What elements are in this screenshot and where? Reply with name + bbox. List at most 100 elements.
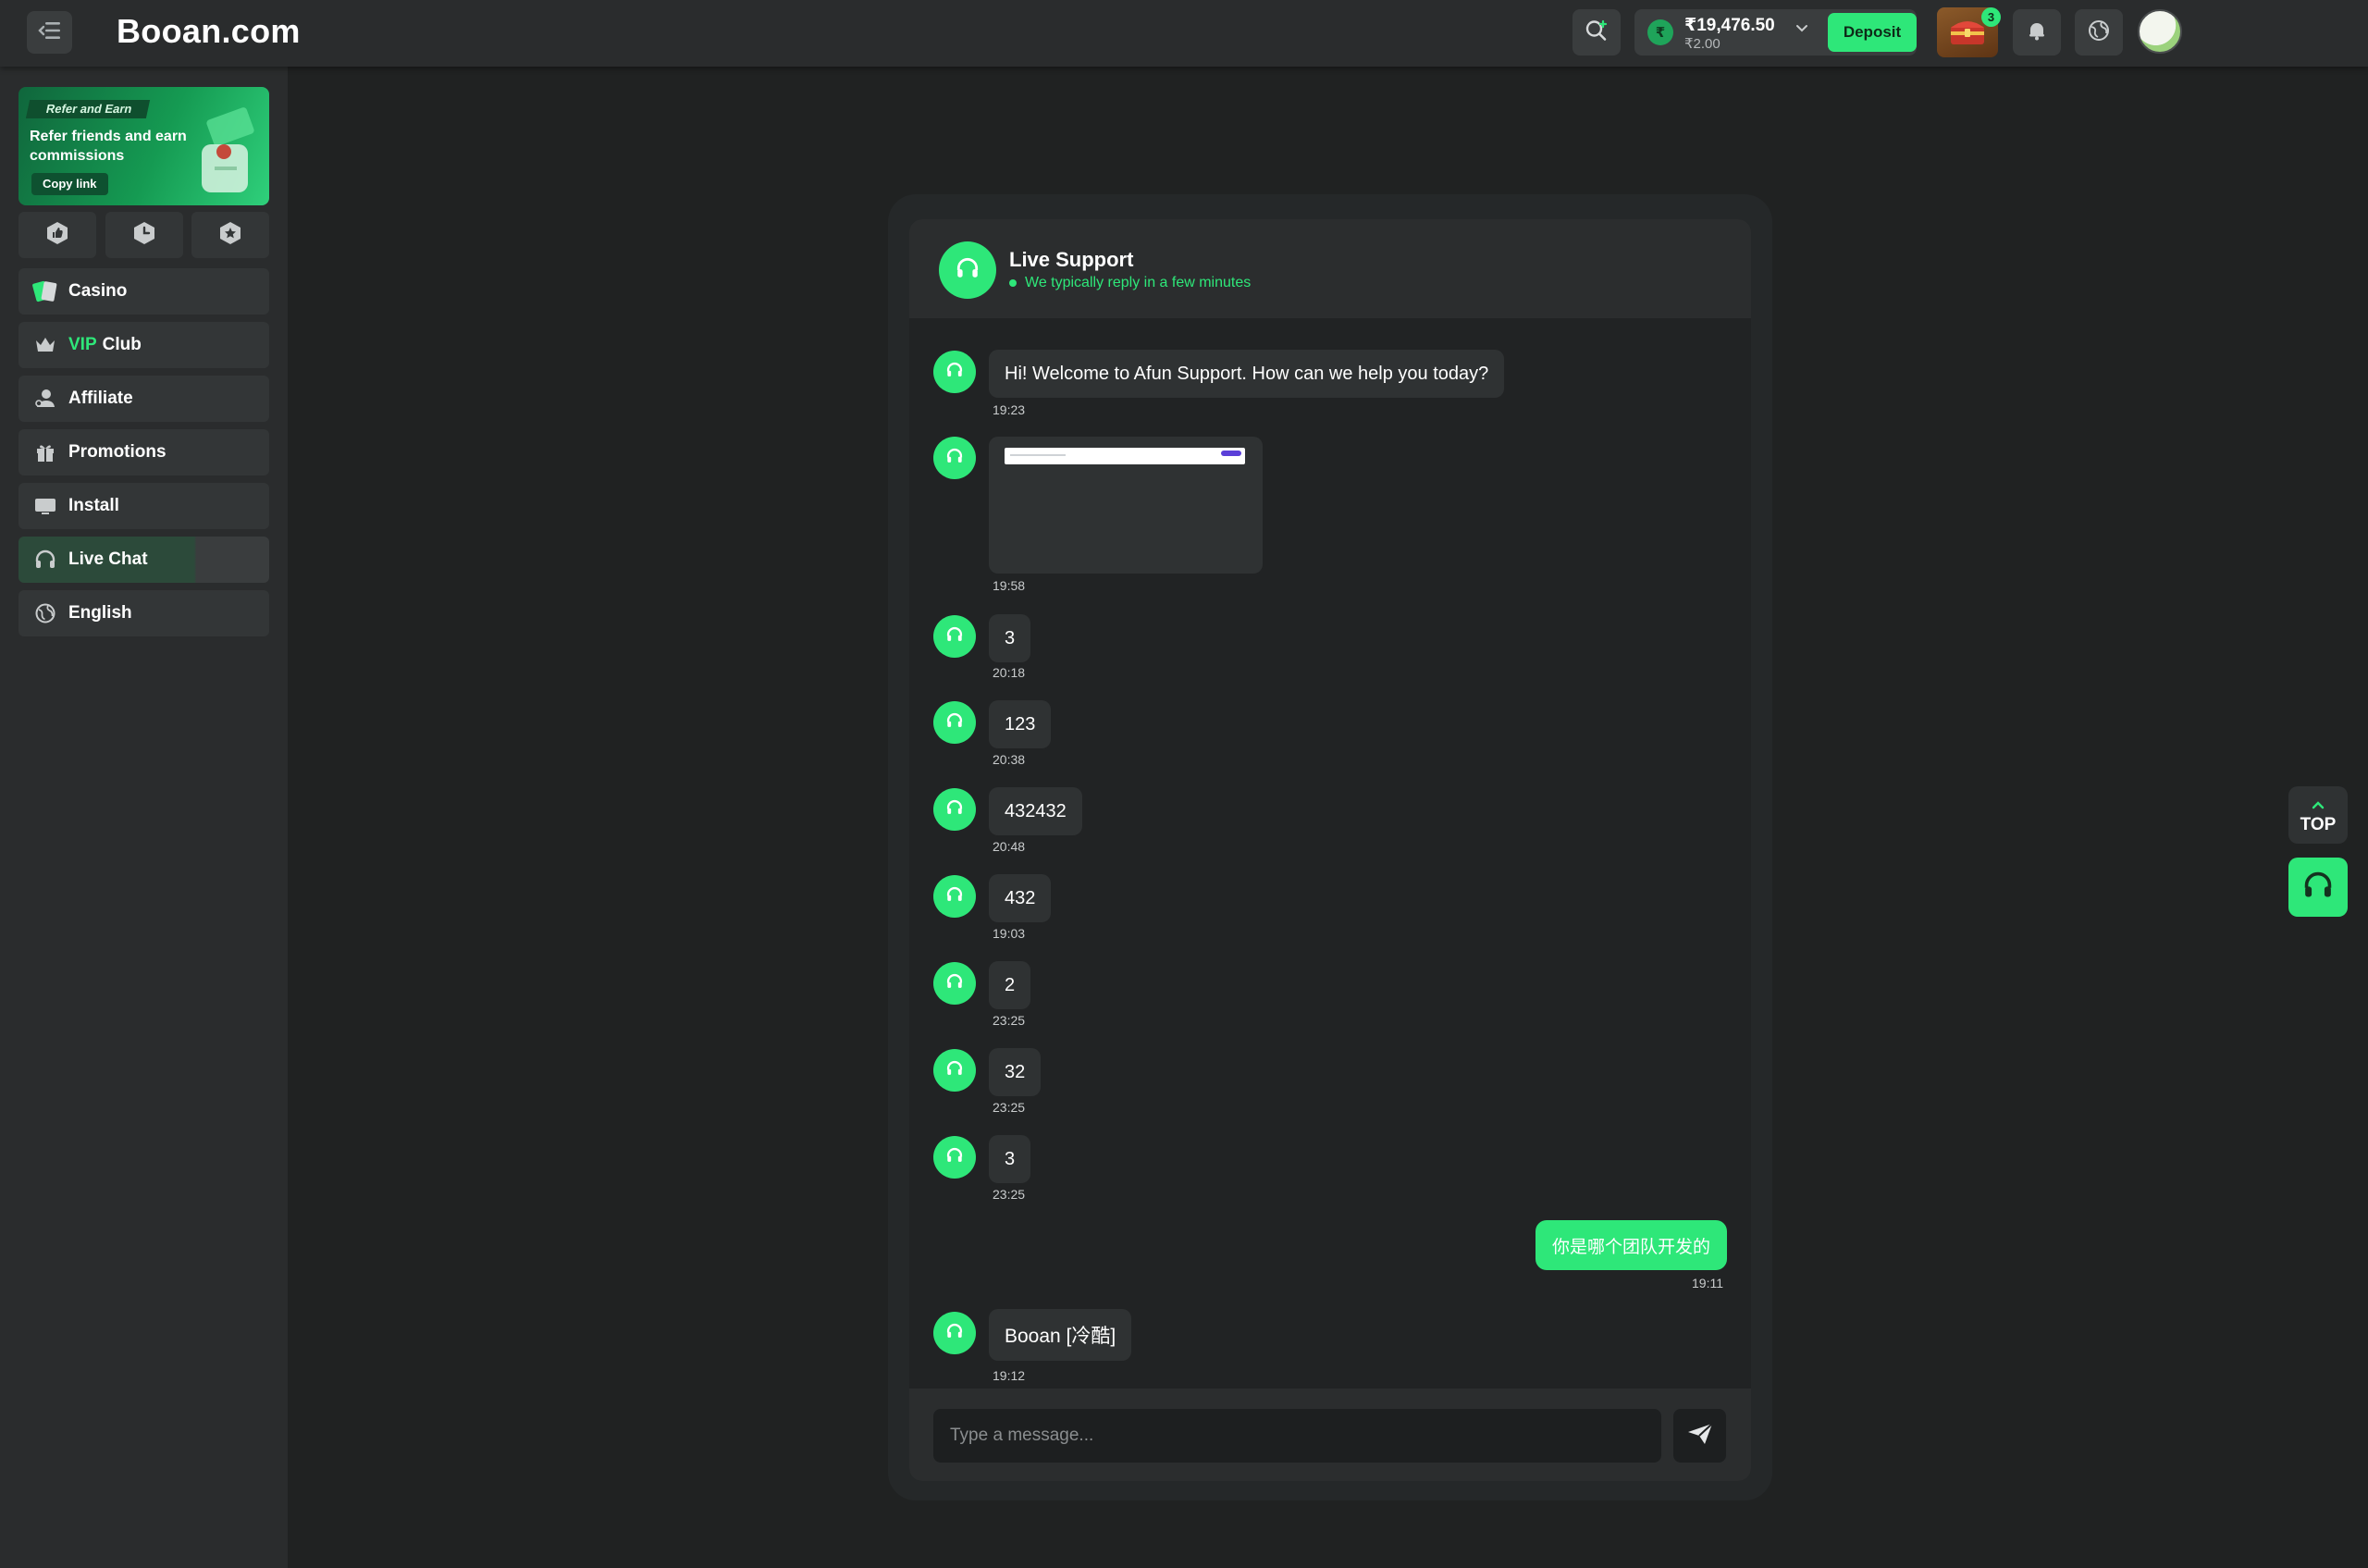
sidebar-item-affiliate[interactable]: Affiliate [18, 376, 269, 422]
quick-actions [18, 212, 269, 258]
user-avatar[interactable] [2138, 9, 2182, 54]
support-message: 32 [989, 1048, 1042, 1096]
user-message: 你是哪个团队开发的 [1535, 1220, 1727, 1270]
support-message: 3 [989, 1135, 1031, 1183]
support-message: Booan [冷酷] [989, 1309, 1132, 1361]
headset-icon [945, 625, 964, 648]
globe-icon [31, 599, 59, 627]
headset-icon [2301, 869, 2335, 907]
message-time: 23:25 [993, 1013, 1026, 1028]
online-dot-icon [1009, 279, 1017, 287]
sidebar-item-label: Club [102, 335, 142, 354]
message-time: 23:25 [993, 1187, 1026, 1202]
deposit-button[interactable]: Deposit [1828, 13, 1917, 52]
chevron-up-icon [2311, 795, 2325, 815]
headset-icon [945, 1322, 964, 1345]
language-button[interactable] [2075, 9, 2123, 56]
sidebar-item-promotions[interactable]: Promotions [18, 429, 269, 475]
support-avatar [933, 962, 976, 1005]
chest-count-badge: 3 [1981, 7, 2001, 27]
bonus-balance: ₹2.00 [1684, 36, 1720, 52]
support-avatar [933, 615, 976, 658]
sidebar-item-label: Live Chat [68, 549, 148, 569]
search-button[interactable] [1572, 9, 1621, 56]
copy-link-button[interactable]: Copy link [31, 173, 108, 195]
headset-icon [945, 361, 964, 384]
headset-icon [31, 546, 59, 574]
sidebar-item-casino[interactable]: Casino [18, 268, 269, 315]
image-message[interactable] [989, 437, 1263, 574]
live-support-chat: Live Support We typically reply in a few… [909, 219, 1751, 1481]
message-time: 19:03 [993, 926, 1026, 941]
support-message: 2 [989, 961, 1031, 1009]
support-avatar [933, 788, 976, 831]
screenshot-thumbnail [1005, 448, 1245, 464]
monitor-icon [31, 492, 59, 520]
top-label: TOP [2300, 815, 2337, 834]
sidebar-item-label: Casino [68, 281, 128, 301]
money-bag-icon [196, 104, 263, 196]
refer-promo-banner[interactable]: Refer and Earn Refer friends and earn co… [18, 87, 269, 205]
support-avatar [933, 1049, 976, 1092]
headset-icon [945, 1146, 964, 1169]
quick-favorites-button[interactable] [18, 212, 96, 258]
message-time: 20:48 [993, 839, 1026, 854]
support-avatar [933, 1312, 976, 1354]
headset-icon [945, 711, 964, 735]
chat-status-text: We typically reply in a few minutes [1025, 275, 1252, 290]
message-time: 20:38 [993, 752, 1026, 767]
support-floating-button[interactable] [2288, 858, 2348, 917]
chat-status: We typically reply in a few minutes [1009, 275, 1251, 291]
headset-icon [945, 885, 964, 908]
quick-starred-button[interactable] [191, 212, 269, 258]
star-icon [217, 220, 243, 251]
sidebar-item-label: Affiliate [68, 389, 133, 408]
rupee-coin-icon: ₹ [1647, 19, 1673, 45]
sidebar-item-language[interactable]: English [18, 590, 269, 636]
search-icon [1584, 18, 1610, 48]
thumbs-up-icon [44, 220, 70, 251]
globe-icon [2086, 18, 2112, 48]
top-bar: Booan.com ₹ ₹19,476.50 ₹2.00 Deposit 3 [0, 0, 2368, 67]
support-avatar [933, 875, 976, 918]
message-time: 19:23 [993, 402, 1026, 417]
clock-icon [131, 220, 157, 251]
sidebar-item-live-chat[interactable]: Live Chat [18, 537, 269, 583]
quick-recent-button[interactable] [105, 212, 183, 258]
support-message: 123 [989, 700, 1052, 748]
scroll-to-top-button[interactable]: TOP [2288, 786, 2348, 844]
send-button[interactable] [1673, 1409, 1726, 1463]
headset-icon [955, 255, 980, 286]
headset-icon [945, 972, 964, 995]
notifications-button[interactable] [2013, 9, 2061, 56]
support-avatar [933, 351, 976, 393]
support-avatar [939, 241, 996, 299]
message-time: 19:12 [993, 1368, 1026, 1383]
chat-title: Live Support [1009, 248, 1134, 271]
menu-toggle-button[interactable] [27, 11, 72, 54]
message-time: 19:11 [1692, 1276, 1723, 1290]
message-time: 19:58 [993, 578, 1026, 593]
message-input[interactable] [933, 1409, 1661, 1463]
sidebar-item-install[interactable]: Install [18, 483, 269, 529]
affiliate-user-icon [31, 385, 59, 413]
casino-cards-icon [31, 278, 59, 305]
sidebar-item-vip-club[interactable]: VIP Club [18, 322, 269, 368]
menu-collapse-icon [37, 20, 62, 45]
chevron-down-icon [1794, 20, 1809, 40]
promo-title: Refer friends and earn commissions [30, 129, 187, 164]
sidebar: Refer and Earn Refer friends and earn co… [0, 67, 288, 1568]
headset-icon [945, 447, 964, 470]
bell-icon [2026, 19, 2048, 46]
support-message: 432 [989, 874, 1052, 922]
send-paper-plane-icon [1686, 1422, 1714, 1451]
headset-icon [945, 798, 964, 821]
support-avatar [933, 701, 976, 744]
vip-accent-label: VIP [68, 335, 97, 354]
support-message: 3 [989, 614, 1031, 662]
balance-amount: ₹19,476.50 [1684, 16, 1775, 35]
support-avatar [933, 437, 976, 479]
message-time: 20:18 [993, 665, 1026, 680]
brand-logo[interactable]: Booan.com [117, 11, 301, 52]
chat-header: Live Support We typically reply in a few… [909, 219, 1751, 318]
